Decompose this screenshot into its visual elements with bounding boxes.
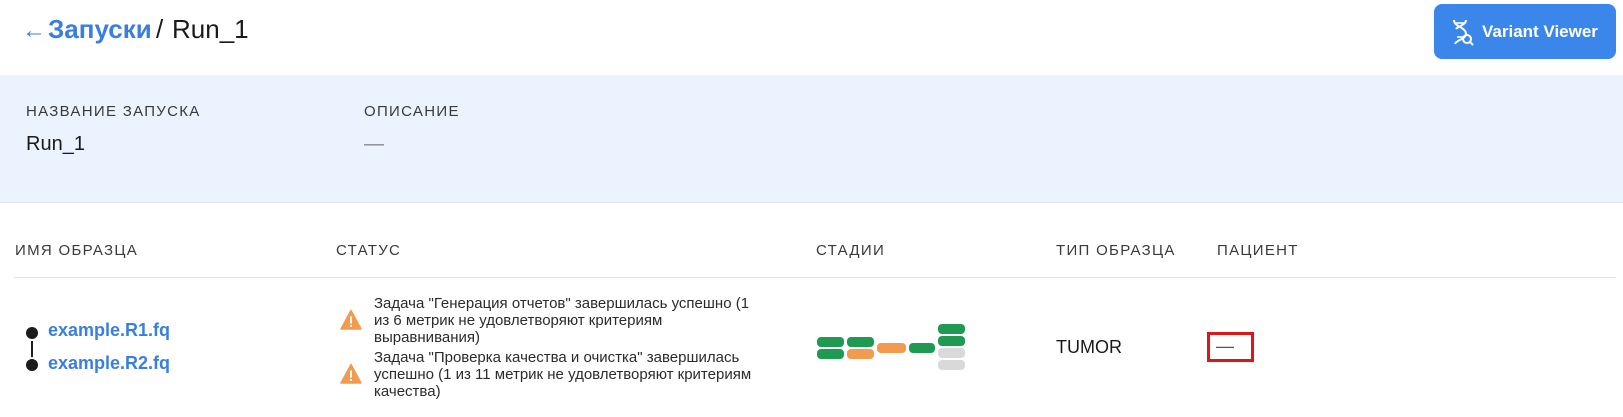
patient-cell-highlight[interactable]: — <box>1207 332 1254 362</box>
table-divider <box>14 277 1616 278</box>
column-header-sample-type[interactable]: ТИП ОБРАЗЦА <box>1056 242 1176 259</box>
stage-block <box>938 336 965 346</box>
breadcrumb-separator: / <box>156 14 164 44</box>
status-message: Задача "Генерация отчетов" завершилась у… <box>374 295 750 346</box>
warning-icon <box>340 363 362 384</box>
run-info-panel: НАЗВАНИЕ ЗАПУСКА Run_1 ОПИСАНИЕ — <box>0 75 1623 203</box>
breadcrumb-current: Run_1 <box>172 14 249 44</box>
page-header: ← Запуски / Run_1 Variant Viewer <box>0 0 1623 75</box>
stage-block <box>817 337 844 347</box>
file-dot-icon <box>26 359 38 371</box>
warning-icon <box>340 309 362 330</box>
breadcrumb-runs-link[interactable]: Запуски <box>48 14 152 45</box>
patient-value: — <box>1216 336 1234 356</box>
arrow-left-icon[interactable]: ← <box>22 17 46 45</box>
stage-block <box>938 348 965 358</box>
stage-block <box>938 324 965 334</box>
stage-block <box>938 360 965 370</box>
description-value: — <box>364 133 384 155</box>
column-header-sample-name[interactable]: ИМЯ ОБРАЗЦА <box>15 242 138 259</box>
stage-block <box>909 343 935 353</box>
column-header-patient[interactable]: ПАЦИЕНТ <box>1217 242 1299 259</box>
column-header-status[interactable]: СТАТУС <box>336 242 401 259</box>
sample-type-value: TUMOR <box>1056 337 1122 357</box>
stage-block <box>817 349 844 359</box>
file-connector <box>31 341 33 357</box>
dna-icon <box>1453 19 1474 46</box>
stage-block <box>847 349 874 359</box>
column-header-stages[interactable]: СТАДИИ <box>816 242 885 259</box>
sample-file-link[interactable]: example.R2.fq <box>48 353 170 374</box>
description-label: ОПИСАНИЕ <box>364 103 460 120</box>
variant-viewer-label: Variant Viewer <box>1482 21 1598 41</box>
file-dot-icon <box>26 327 38 339</box>
status-message: Задача "Проверка качества и очистка" зав… <box>374 349 752 400</box>
run-name-value: Run_1 <box>26 133 85 155</box>
stage-block <box>847 337 874 347</box>
variant-viewer-button[interactable]: Variant Viewer <box>1434 4 1616 59</box>
stage-block <box>877 343 906 353</box>
run-name-label: НАЗВАНИЕ ЗАПУСКА <box>26 103 201 120</box>
sample-file-link[interactable]: example.R1.fq <box>48 320 170 341</box>
